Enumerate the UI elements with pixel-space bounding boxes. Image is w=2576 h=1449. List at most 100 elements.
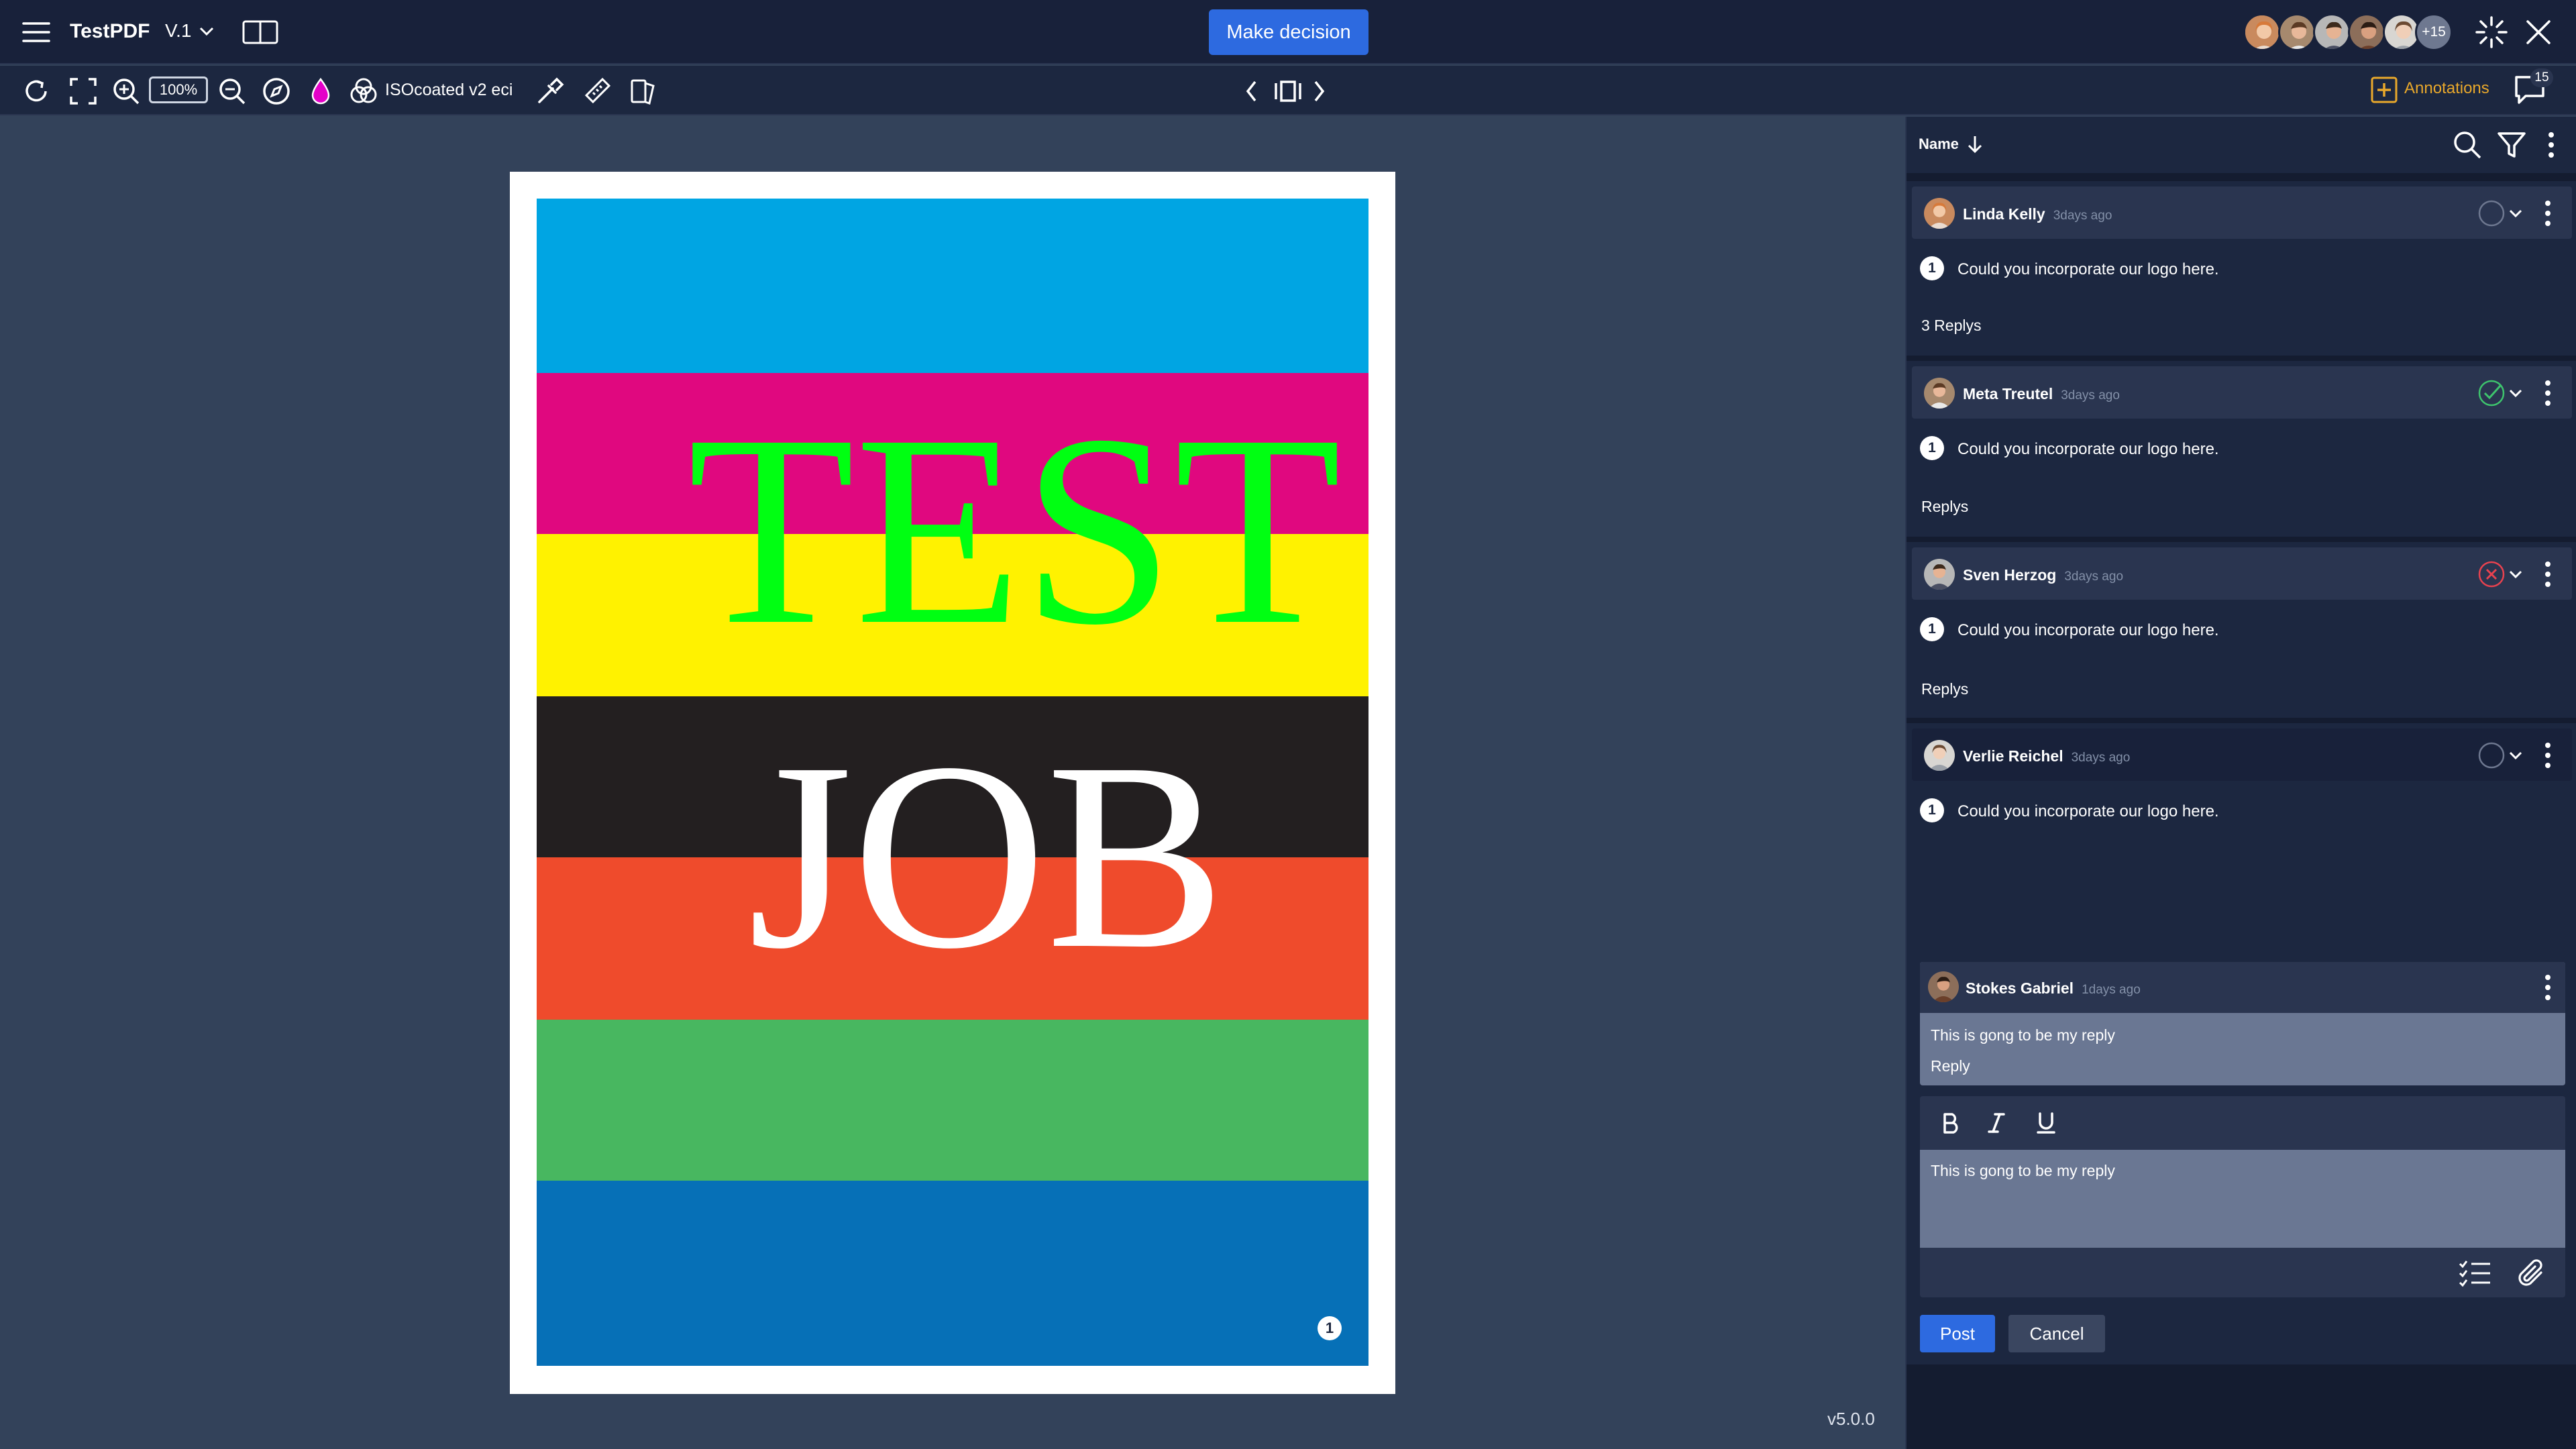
comment-time: 3days ago — [2061, 388, 2120, 402]
reply-input[interactable]: This is gong to be my reply — [1920, 1150, 2565, 1248]
color-stripe — [537, 199, 1368, 373]
page-view-icon[interactable] — [1272, 76, 1304, 106]
attachment-icon[interactable] — [2514, 1257, 2548, 1289]
chevron-down-icon[interactable] — [2506, 562, 2525, 586]
comment-text: Could you incorporate our logo here. — [1957, 260, 2219, 278]
comment-header: Verlie Reichel 3days ago — [1912, 729, 2572, 781]
comment-header: Linda Kelly 3days ago — [1912, 186, 2572, 239]
underline-icon[interactable] — [2031, 1108, 2061, 1138]
loading-spinner-icon — [2474, 15, 2509, 50]
close-icon[interactable] — [2522, 16, 2555, 48]
zoom-level[interactable]: 100% — [149, 76, 208, 103]
status-open-icon[interactable] — [2475, 197, 2508, 229]
replies-link[interactable]: 3 Replys — [1921, 317, 1981, 335]
status-rejected-icon[interactable] — [2475, 558, 2508, 590]
zoom-in-icon[interactable] — [110, 75, 142, 107]
post-button[interactable]: Post — [1920, 1315, 1995, 1352]
color-stripe — [537, 1020, 1368, 1181]
avatar — [1924, 378, 1955, 409]
comment-author-row: Verlie Reichel 3days ago — [1963, 747, 2130, 765]
comment-options-icon[interactable] — [2540, 199, 2556, 228]
comment-author-row: Sven Herzog 3days ago — [1963, 566, 2123, 584]
zoom-out-icon[interactable] — [216, 75, 248, 107]
avatar — [1924, 559, 1955, 590]
comment-options-icon[interactable] — [2540, 741, 2556, 770]
compare-pages-icon[interactable] — [628, 75, 660, 107]
panel-header: Name — [1907, 117, 2576, 173]
refresh-icon[interactable] — [20, 75, 52, 107]
document-heading-job: JOB — [748, 707, 1226, 1004]
replies-link[interactable]: Replys — [1921, 498, 1968, 516]
comment-number: 1 — [1920, 256, 1944, 280]
eyedropper-icon[interactable] — [534, 75, 566, 107]
comment-time: 3days ago — [2053, 209, 2112, 223]
split-view-icon[interactable] — [241, 19, 279, 46]
comment-options-icon[interactable] — [2540, 559, 2556, 589]
filter-icon[interactable] — [2494, 127, 2529, 162]
chevron-down-icon[interactable] — [2506, 201, 2525, 225]
avatar[interactable] — [2278, 13, 2316, 51]
reply-text: This is gong to be my reply — [1931, 1026, 2115, 1044]
comment-text: Could you incorporate our logo here. — [1957, 802, 2219, 820]
comment-card[interactable]: Linda Kelly 3days ago 1 Could you incorpo… — [1907, 181, 2576, 356]
comment-card[interactable]: Sven Herzog 3days ago 1 Could you incorpo… — [1907, 542, 2576, 718]
status-open-icon[interactable] — [2475, 739, 2508, 771]
comment-number: 1 — [1920, 798, 1944, 822]
cancel-button[interactable]: Cancel — [2008, 1315, 2105, 1352]
avatar — [1928, 971, 1959, 1002]
reply-author: Stokes Gabriel — [1966, 979, 2074, 997]
compass-icon[interactable] — [260, 75, 292, 107]
comment-number: 1 — [1920, 617, 1944, 641]
reply-author-row: Stokes Gabriel 1days ago — [1966, 979, 2141, 998]
comment-author: Linda Kelly — [1963, 205, 2045, 223]
reply-options-icon[interactable] — [2540, 973, 2556, 1002]
more-users-badge[interactable]: +15 — [2415, 13, 2453, 51]
ink-drop-icon[interactable] — [305, 75, 337, 107]
comment-header: Sven Herzog 3days ago — [1912, 547, 2572, 600]
reply-time: 1days ago — [2082, 983, 2141, 997]
more-options-icon[interactable] — [2541, 127, 2561, 162]
comment-count-badge: 15 — [2530, 68, 2553, 87]
checklist-icon[interactable] — [2457, 1257, 2494, 1289]
sort-selector[interactable]: Name — [1919, 134, 1984, 154]
comment-time: 3days ago — [2071, 751, 2131, 765]
bold-icon[interactable] — [1936, 1108, 1966, 1138]
comment-author: Meta Treutel — [1963, 385, 2053, 402]
chevron-down-icon[interactable] — [2506, 381, 2525, 405]
avatar[interactable] — [2243, 13, 2281, 51]
reply-link[interactable]: Reply — [1931, 1057, 1970, 1075]
annotation-pin[interactable]: 1 — [1318, 1316, 1342, 1340]
avatar — [1924, 198, 1955, 229]
chevron-down-icon[interactable] — [2506, 743, 2525, 767]
make-decision-button[interactable]: Make decision — [1209, 9, 1368, 55]
avatar[interactable] — [2348, 13, 2385, 51]
comment-number: 1 — [1920, 436, 1944, 460]
color-separations-icon[interactable] — [347, 75, 380, 107]
comment-options-icon[interactable] — [2540, 378, 2556, 408]
status-approved-icon[interactable] — [2475, 377, 2508, 409]
comment-author-row: Linda Kelly 3days ago — [1963, 205, 2112, 223]
comment-card[interactable]: Meta Treutel 3days ago 1 Could you incorp… — [1907, 361, 2576, 537]
previous-page-icon[interactable] — [1240, 76, 1264, 106]
annotations-toggle[interactable]: Annotations — [2404, 79, 2489, 98]
next-page-icon[interactable] — [1307, 76, 1331, 106]
app-version: v5.0.0 — [1827, 1409, 1875, 1429]
avatar[interactable] — [2313, 13, 2351, 51]
replies-link[interactable]: Replys — [1921, 680, 1968, 698]
comments-panel: Name Linda Kelly 3days ago 1 Could you i… — [1905, 117, 2576, 1449]
color-profile-label[interactable]: ISOcoated v2 eci — [385, 80, 513, 100]
hamburger-menu-icon[interactable] — [20, 17, 52, 47]
italic-icon[interactable] — [1982, 1108, 2011, 1138]
comment-header: Meta Treutel 3days ago — [1912, 366, 2572, 419]
reply-header: Stokes Gabriel 1days ago — [1920, 962, 2565, 1013]
ruler-icon[interactable] — [581, 75, 613, 107]
comment-text: Could you incorporate our logo here. — [1957, 621, 2219, 639]
version-selector[interactable]: V.1 — [165, 20, 215, 42]
sort-label: Name — [1919, 136, 1959, 152]
search-icon[interactable] — [2450, 127, 2485, 162]
arrow-down-icon — [1968, 136, 1982, 154]
chevron-down-icon — [200, 27, 214, 36]
pdf-page: TEST JOB — [510, 172, 1395, 1394]
fullscreen-icon[interactable] — [67, 75, 99, 107]
add-annotation-icon[interactable] — [2369, 74, 2399, 106]
